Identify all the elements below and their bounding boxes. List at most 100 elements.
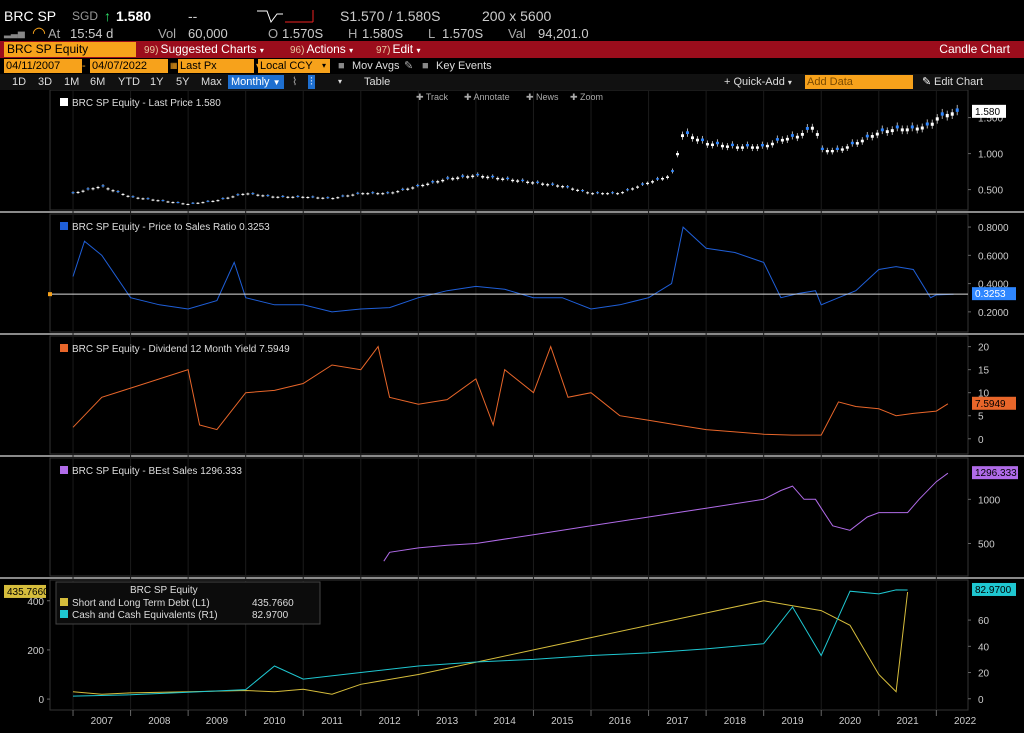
- x-tick-label: 2015: [551, 716, 574, 727]
- last-value-text: 1.580: [975, 107, 1000, 118]
- value-label: Val: [508, 26, 526, 41]
- candle-body: [131, 196, 135, 198]
- price-field-select[interactable]: Last Px: [178, 59, 254, 73]
- open-price: 1.570S: [282, 26, 324, 41]
- pencil-icon[interactable]: ✎: [922, 75, 931, 89]
- period-max[interactable]: Max: [201, 75, 222, 89]
- candle-body: [126, 195, 130, 197]
- candle-body: [326, 197, 330, 199]
- key-events-label[interactable]: Key Events: [436, 59, 492, 73]
- candle-body: [551, 183, 555, 185]
- chart-tool-news[interactable]: ✚ News: [526, 92, 559, 102]
- candle-body: [91, 188, 95, 190]
- start-date-input[interactable]: 04/11/2007: [4, 59, 82, 73]
- candle-body: [86, 188, 90, 190]
- dropdown-icon[interactable]: ▾: [322, 59, 326, 73]
- candle-body: [161, 200, 165, 202]
- frequency-select[interactable]: Monthly ▼: [228, 75, 284, 89]
- candle-body: [765, 144, 769, 148]
- period-ytd[interactable]: YTD: [118, 75, 140, 89]
- candle-body: [860, 139, 864, 143]
- candle-body: [825, 150, 829, 153]
- period-3d[interactable]: 3D: [38, 75, 52, 89]
- chart-tool-track[interactable]: ✚ Track: [416, 92, 449, 102]
- legend-label: BRC SP Equity - Last Price 1.580: [72, 98, 221, 109]
- candle-body: [720, 144, 724, 148]
- candle-body: [146, 198, 150, 200]
- calendar-icon[interactable]: ▦: [170, 59, 178, 73]
- candle-body: [755, 146, 759, 149]
- ticker-symbol[interactable]: BRC SP: [4, 8, 56, 24]
- best-sales-line: [383, 472, 949, 562]
- candle-body: [151, 199, 155, 201]
- candle-body: [366, 193, 370, 195]
- table-button[interactable]: Table: [364, 75, 390, 89]
- currency-select[interactable]: Local CCY: [258, 59, 330, 73]
- candle-body: [426, 183, 430, 185]
- period-1y[interactable]: 1Y: [150, 75, 163, 89]
- quick-add-menu[interactable]: + Quick-Add ▾: [724, 75, 792, 89]
- candle-body: [561, 186, 565, 188]
- dropdown-icon: ▾: [349, 46, 354, 55]
- last-value-text: 0.3253: [975, 289, 1006, 300]
- candle-body: [421, 184, 425, 187]
- last-value-text: 1296.333: [975, 468, 1017, 479]
- candle-body: [171, 202, 175, 204]
- market-status-icon: ◠: [32, 25, 46, 42]
- period-1d[interactable]: 1D: [12, 75, 26, 89]
- chart-tool-zoom[interactable]: ✚ Zoom: [570, 92, 603, 102]
- candle-body: [141, 198, 145, 200]
- security-field[interactable]: BRC SP Equity: [4, 42, 136, 57]
- candle-body: [880, 128, 884, 132]
- candle-body: [346, 195, 350, 197]
- add-data-input[interactable]: Add Data: [805, 75, 913, 89]
- candle-body: [591, 193, 595, 195]
- candle-body: [181, 203, 185, 205]
- suggested-charts-menu[interactable]: 99) Suggested Charts ▾: [144, 41, 264, 58]
- mov-avgs-label[interactable]: Mov Avgs: [352, 59, 400, 73]
- chart-area[interactable]: 0.5001.0001.500✚ Track ✚ Annotate ✚ News ✚ …: [0, 90, 1024, 733]
- edit-menu[interactable]: 97) Edit ▾: [376, 41, 421, 58]
- candle-body: [730, 143, 734, 147]
- pencil-icon[interactable]: ✎: [404, 59, 413, 73]
- line-chart-icon[interactable]: ⌇: [292, 75, 297, 89]
- candle-body: [925, 122, 929, 126]
- y-tick-label: 0.2000: [978, 308, 1009, 319]
- end-date-input[interactable]: 04/07/2022: [90, 59, 168, 73]
- actions-menu[interactable]: 96) Actions ▾: [290, 41, 353, 58]
- candle-body: [725, 145, 729, 148]
- candle-body: [770, 142, 774, 146]
- period-5y[interactable]: 5Y: [176, 75, 189, 89]
- period-1m[interactable]: 1M: [64, 75, 79, 89]
- candle-body: [176, 202, 180, 204]
- candle-body: [301, 196, 305, 198]
- candle-body: [531, 182, 535, 184]
- candle-body: [381, 193, 385, 195]
- candle-body: [910, 125, 914, 129]
- candle-body: [586, 192, 590, 194]
- ticker-header: BRC SP SGD ↑ 1.580 -- S1.570 / 1.580S 20…: [0, 8, 1024, 24]
- x-tick-label: 2011: [321, 716, 343, 727]
- candle-body: [775, 138, 779, 141]
- period-6m[interactable]: 6M: [90, 75, 105, 89]
- x-tick-label: 2013: [436, 716, 459, 727]
- candle-body: [506, 177, 510, 180]
- mov-avgs-checkbox-icon[interactable]: ■: [338, 59, 345, 73]
- candle-body: [581, 190, 585, 192]
- legend-swatch: [60, 466, 68, 474]
- key-events-checkbox-icon[interactable]: ■: [422, 59, 429, 73]
- candle-chart-icon[interactable]: ⫶: [308, 75, 315, 89]
- candle-body: [241, 193, 245, 195]
- candle-body: [790, 134, 794, 137]
- edit-chart-button[interactable]: Edit Chart: [934, 75, 983, 89]
- candle-body: [800, 132, 804, 136]
- ticker-details: ▂▃▅ ◠ At 15:54 d Vol 60,000 O 1.570S H 1…: [0, 25, 1024, 42]
- chart-tool-annotate[interactable]: ✚ Annotate: [464, 92, 510, 102]
- candle-body: [905, 128, 909, 132]
- x-tick-label: 2009: [206, 716, 229, 727]
- dropdown-icon[interactable]: ▾: [338, 75, 342, 89]
- high-label: H: [348, 26, 358, 41]
- ps-level-marker: [48, 292, 52, 297]
- bid-ask: S1.570 / 1.580S: [340, 8, 441, 24]
- traded-value: 94,201.0: [538, 26, 589, 41]
